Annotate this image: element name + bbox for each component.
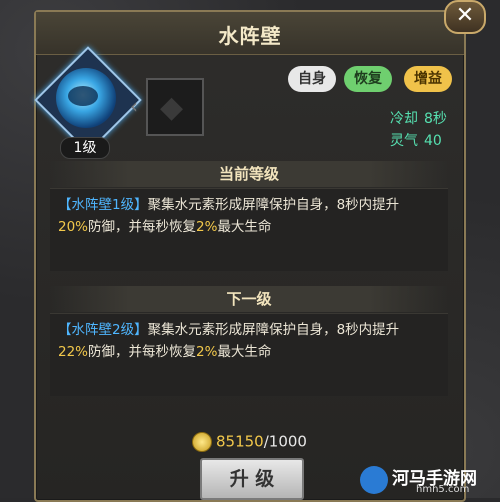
close-icon: ✕ (455, 3, 475, 28)
water-shield-icon[interactable] (56, 68, 116, 128)
skill-level-badge: 1级 (60, 137, 110, 159)
spirit-stat: 灵气 40 (390, 130, 442, 150)
title-bar: 水阵壁 (36, 12, 464, 55)
tag-self: 自身 (288, 66, 336, 92)
desc-text: 聚集水元素形成屏障保护自身，8秒内提升 (147, 322, 400, 338)
current-level-header: 当前等级 (50, 161, 448, 187)
tag-buff: 增益 (404, 66, 452, 92)
desc-text: 最大生命 (217, 219, 272, 235)
watermark: 河马手游网 hmh5.com (360, 462, 500, 498)
tag-recover: 恢复 (344, 66, 392, 92)
close-button[interactable]: ✕ (444, 0, 486, 34)
current-pct2: 2% (196, 219, 218, 235)
spirit-label: 灵气 (390, 133, 418, 149)
upgrade-button[interactable]: 升 级 (200, 458, 304, 500)
desc-text: 最大生命 (217, 344, 272, 360)
desc-text: 聚集水元素形成屏障保护自身，8秒内提升 (147, 197, 400, 213)
next-pct2: 2% (196, 344, 218, 360)
coin-icon (192, 432, 212, 452)
current-level-description: 【水阵壁1级】聚集水元素形成屏障保护自身，8秒内提升 20%防御，并每秒恢复2%… (58, 194, 448, 238)
watermark-url: hmh5.com (416, 484, 470, 495)
next-level-header: 下一级 (50, 286, 448, 312)
next-skill-name: 【水阵壁2级】 (58, 322, 148, 338)
coin-need: /1000 (263, 432, 307, 451)
coin-have: 85150 (216, 432, 264, 451)
page-title: 水阵壁 (218, 24, 282, 48)
chevron-left-icon: ‹ (130, 94, 138, 118)
cooldown-value: 8秒 (424, 111, 447, 127)
cooldown-label: 冷却 (390, 111, 418, 127)
desc-text: 防御，并每秒恢复 (88, 344, 197, 360)
spirit-value: 40 (424, 133, 442, 149)
locked-skill-icon: ◆ (146, 78, 204, 136)
desc-text: 防御，并每秒恢复 (88, 219, 197, 235)
cooldown-stat: 冷却 8秒 (390, 108, 447, 128)
current-pct1: 20% (58, 219, 89, 235)
next-level-description: 【水阵壁2级】聚集水元素形成屏障保护自身，8秒内提升 22%防御，并每秒恢复2%… (58, 319, 448, 363)
upgrade-cost: 85150/1000 (192, 432, 307, 452)
current-skill-name: 【水阵壁1级】 (58, 197, 148, 213)
next-pct1: 22% (58, 344, 89, 360)
watermark-logo-icon (360, 466, 388, 494)
